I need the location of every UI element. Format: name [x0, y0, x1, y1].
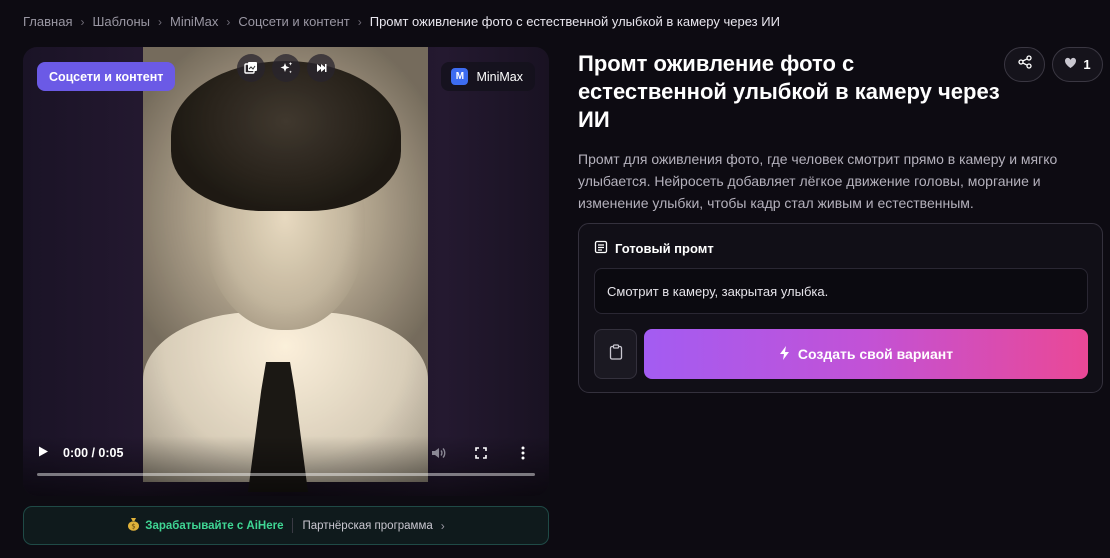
- partner-earn-label: Зарабатывайте с AiHere: [145, 519, 284, 532]
- more-options-icon[interactable]: [511, 444, 535, 462]
- svg-text:$: $: [132, 523, 136, 531]
- partner-banner[interactable]: $ Зарабатывайте с AiHere Партнёрская про…: [23, 506, 549, 545]
- divider: [292, 518, 294, 533]
- model-chip[interactable]: M MiniMax: [441, 62, 535, 91]
- lightning-icon: [779, 345, 790, 363]
- photo-hair: [171, 61, 401, 211]
- video-player[interactable]: Соцсети и контент M MiniMax 0:00 / 0:05: [23, 47, 549, 496]
- breadcrumb-item-minimax[interactable]: MiniMax: [170, 14, 218, 29]
- prompt-heading-label: Готовый промт: [615, 241, 714, 256]
- share-button[interactable]: [1004, 47, 1045, 82]
- create-variant-label: Создать свой вариант: [797, 346, 954, 362]
- breadcrumb-item-home[interactable]: Главная: [23, 14, 72, 29]
- video-time: 0:00 / 0:05: [63, 446, 124, 460]
- fullscreen-icon[interactable]: [469, 444, 493, 462]
- breadcrumb: Главная › Шаблоны › MiniMax › Соцсети и …: [23, 14, 780, 29]
- like-button[interactable]: 1: [1052, 47, 1103, 82]
- model-name: MiniMax: [476, 69, 523, 84]
- chevron-right-icon: ›: [80, 14, 85, 29]
- copy-button[interactable]: [594, 329, 637, 379]
- sparkles-icon[interactable]: [272, 54, 300, 82]
- create-variant-button[interactable]: Создать свой вариант: [644, 329, 1088, 379]
- chevron-right-icon: ›: [440, 518, 445, 533]
- page-title: Промт оживление фото с естественной улыб…: [578, 51, 1000, 132]
- prompt-heading: Готовый промт: [594, 240, 714, 257]
- volume-icon[interactable]: [427, 444, 451, 462]
- share-icon: [1017, 55, 1032, 74]
- chevron-right-icon: ›: [226, 14, 231, 29]
- minimax-logo-icon: M: [451, 68, 469, 85]
- media-tools: [237, 54, 335, 82]
- video-controls: 0:00 / 0:05: [23, 436, 549, 496]
- partner-program-label: Партнёрская программа: [302, 519, 433, 532]
- chevron-right-icon: ›: [157, 14, 162, 29]
- skip-forward-icon[interactable]: [307, 54, 335, 82]
- video-progress-bar[interactable]: [37, 473, 535, 476]
- prompt-text[interactable]: Смотрит в камеру, закрытая улыбка.: [594, 268, 1088, 314]
- breadcrumb-current: Промт оживление фото с естественной улыб…: [369, 14, 780, 29]
- category-chip[interactable]: Соцсети и контент: [37, 62, 176, 91]
- clipboard-icon: [609, 343, 623, 365]
- breadcrumb-item-category[interactable]: Соцсети и контент: [238, 14, 349, 29]
- like-count: 1: [1083, 57, 1091, 72]
- prompt-card: Готовый промт Смотрит в камеру, закрытая…: [578, 223, 1103, 393]
- play-icon[interactable]: [37, 445, 49, 461]
- document-icon: [594, 240, 608, 257]
- breadcrumb-item-templates[interactable]: Шаблоны: [92, 14, 150, 29]
- heart-icon: [1064, 57, 1077, 72]
- money-bag-icon: $: [127, 517, 140, 534]
- chevron-right-icon: ›: [357, 14, 362, 29]
- video-frame: [143, 47, 428, 492]
- page-description: Промт для оживления фото, где человек см…: [578, 151, 1058, 211]
- gallery-icon[interactable]: [237, 54, 265, 82]
